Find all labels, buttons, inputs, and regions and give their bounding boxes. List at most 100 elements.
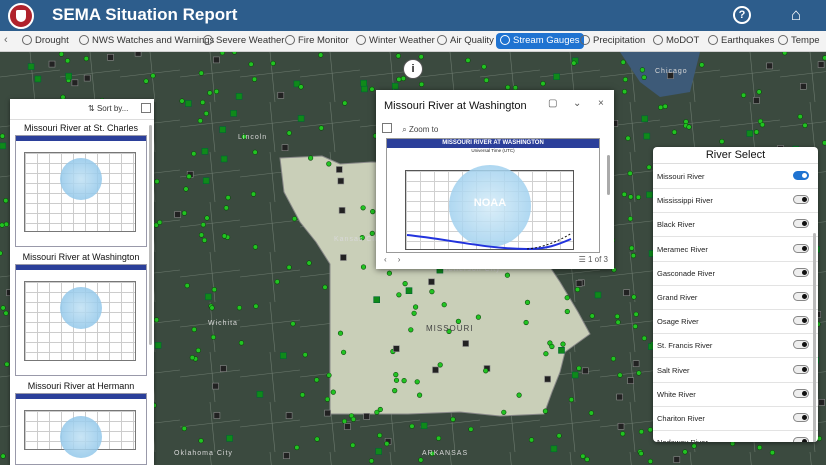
gallery-card-title: Missouri River at Washington xyxy=(22,252,140,262)
gallery-card[interactable]: Missouri River at Washington xyxy=(12,251,150,376)
gauge-marker xyxy=(413,304,419,310)
gallery-card[interactable]: Missouri River at St. Charles xyxy=(12,122,150,247)
gauge-marker xyxy=(691,443,697,449)
gauge-marker xyxy=(468,426,474,432)
gauge-marker xyxy=(409,423,415,429)
tab-precipitation[interactable]: Precipitation xyxy=(580,34,645,48)
collapse-icon[interactable]: ⌄ xyxy=(573,98,581,109)
toggle-switch[interactable] xyxy=(793,364,809,374)
tab-earthquakes[interactable]: Earthquakes xyxy=(708,34,774,48)
sort-button[interactable]: ⇅ Sort by... xyxy=(88,104,128,113)
tab-drought[interactable]: Drought xyxy=(22,34,69,48)
search-icon: ⌕ xyxy=(402,125,409,134)
river-toggle-row[interactable]: Missouri River xyxy=(653,164,818,189)
storm-icon xyxy=(203,35,213,45)
previous-icon[interactable]: ‹ xyxy=(384,255,387,264)
gallery-header: ⇅ Sort by... xyxy=(10,99,154,120)
label-missouri: MISSOURI xyxy=(426,324,474,333)
gauge-marker xyxy=(628,194,634,200)
toggle-switch[interactable] xyxy=(793,388,809,398)
hydrograph-thumbnail xyxy=(15,135,147,247)
tab-nws-watches[interactable]: NWS Watches and Warnings xyxy=(79,34,214,48)
toggle-switch[interactable] xyxy=(793,219,809,229)
toggle-switch[interactable] xyxy=(793,340,809,350)
gauge-marker xyxy=(631,294,637,300)
gauge-marker xyxy=(219,52,225,56)
tab-severe-weather[interactable]: Severe Weather xyxy=(203,34,284,48)
tab-temperature[interactable]: Tempe xyxy=(778,34,820,48)
gauge-marker xyxy=(64,58,71,64)
tab-winter-weather[interactable]: Winter Weather xyxy=(356,34,435,48)
river-toggle-row[interactable]: Nodaway River xyxy=(653,430,818,442)
gauge-marker xyxy=(633,311,639,317)
toggle-switch[interactable] xyxy=(793,316,809,326)
gauge-marker xyxy=(203,110,209,117)
close-icon[interactable]: × xyxy=(598,98,604,109)
river-toggle-row[interactable]: Mississippi River xyxy=(653,188,818,214)
toggle-switch[interactable] xyxy=(793,195,809,205)
gauge-marker xyxy=(238,340,244,346)
river-toggle-row[interactable]: White River xyxy=(653,382,818,407)
river-toggle-row[interactable]: Chariton River xyxy=(653,406,818,431)
river-label: Gasconade River xyxy=(657,268,715,278)
gauge-marker xyxy=(58,52,64,57)
gauge-marker xyxy=(418,54,424,60)
river-toggle-row[interactable]: Black River xyxy=(653,212,818,238)
gauge-marker xyxy=(746,130,754,137)
gauge-marker xyxy=(428,278,435,286)
gauge-marker xyxy=(589,313,595,319)
river-label: Black River xyxy=(657,220,695,230)
gauge-marker xyxy=(756,444,763,451)
gauge-marker xyxy=(0,453,6,459)
gauge-marker xyxy=(251,76,258,82)
gauge-marker xyxy=(220,155,228,163)
river-toggle-row[interactable]: Osage River xyxy=(653,309,818,335)
gallery-card[interactable]: Missouri River at Hermann xyxy=(12,380,150,465)
grid-view-icon[interactable] xyxy=(141,103,151,113)
gauge-marker xyxy=(623,289,630,296)
river-toggle-row[interactable]: Grand River xyxy=(653,285,818,310)
gauge-marker xyxy=(185,100,192,107)
zoom-to-button[interactable]: ⌕ Zoom to xyxy=(402,125,438,134)
toggle-switch[interactable] xyxy=(793,171,809,180)
toggle-switch[interactable] xyxy=(793,437,809,442)
river-toggle-row[interactable]: Salt River xyxy=(653,358,818,383)
info-icon[interactable]: i xyxy=(403,59,423,79)
river-toggle-row[interactable]: Gasconade River xyxy=(653,261,818,286)
gauge-marker xyxy=(223,205,229,211)
river-toggle-row[interactable]: St. Francis River xyxy=(653,333,818,359)
gauge-marker xyxy=(219,126,226,133)
river-list-scrollbar[interactable] xyxy=(813,233,816,442)
toggle-switch[interactable] xyxy=(793,413,809,422)
toggle-switch[interactable] xyxy=(793,267,809,277)
gallery-scrollbar[interactable] xyxy=(149,125,152,345)
next-icon[interactable]: › xyxy=(398,255,401,264)
gauge-marker xyxy=(198,232,205,238)
actions-icon[interactable] xyxy=(382,123,392,133)
toggle-switch[interactable] xyxy=(793,243,809,253)
gauge-marker xyxy=(207,90,213,96)
gauge-marker xyxy=(179,98,185,104)
gauge-marker xyxy=(483,368,489,374)
home-icon[interactable]: ⌂ xyxy=(787,6,805,24)
popup-scrollbar[interactable] xyxy=(607,155,610,195)
tab-fire-monitor[interactable]: Fire Monitor xyxy=(285,34,349,48)
gauge-marker xyxy=(408,327,414,333)
toggle-switch[interactable] xyxy=(793,292,809,301)
tab-air-quality[interactable]: Air Quality xyxy=(437,34,494,48)
help-icon[interactable]: ? xyxy=(733,6,751,24)
gallery-card-title: Missouri River at Hermann xyxy=(27,381,135,391)
list-icon[interactable]: ☰ xyxy=(579,255,588,264)
gauge-marker xyxy=(766,62,773,70)
label-arkansas: ARKANSAS xyxy=(422,450,469,457)
dock-icon[interactable]: ▢ xyxy=(548,98,557,109)
tab-modot[interactable]: MoDOT xyxy=(653,34,699,48)
gauge-marker xyxy=(391,82,399,90)
chevron-left-icon[interactable]: ‹ xyxy=(4,34,8,46)
gauge-marker xyxy=(340,254,347,261)
gauge-marker xyxy=(253,303,259,309)
river-toggle-row[interactable]: Meramec River xyxy=(653,237,818,262)
gauge-marker xyxy=(153,317,160,323)
tab-stream-gauges[interactable]: Stream Gauges xyxy=(496,33,584,49)
gauge-marker xyxy=(405,287,413,294)
